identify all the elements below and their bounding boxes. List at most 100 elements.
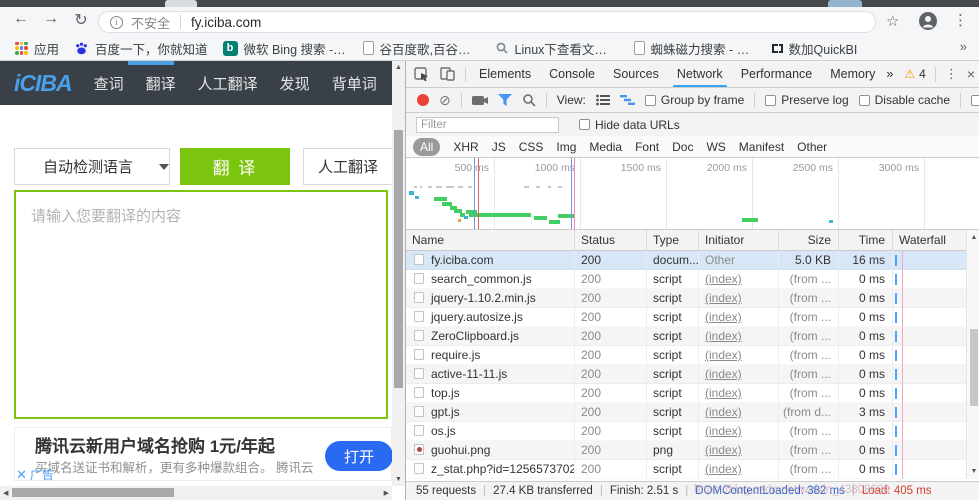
scrollbar-thumb[interactable]	[12, 488, 174, 497]
clear-icon[interactable]: ⊘	[439, 93, 451, 107]
table-row[interactable]: top.js 200 script (index) (from ... 0 ms	[406, 384, 966, 403]
request-name[interactable]: active-11-11.js	[406, 365, 574, 384]
bookmark-spider[interactable]: 蜘蛛磁力搜索 - 磁力	[633, 39, 757, 58]
filter-pill-ws[interactable]: WS	[706, 140, 725, 154]
filter-pill-all[interactable]: All	[413, 137, 441, 156]
table-row[interactable]: require.js 200 script (index) (from ... 0 ms	[406, 346, 966, 365]
request-initiator[interactable]: (index)	[698, 403, 778, 422]
request-initiator[interactable]: (index)	[698, 441, 778, 460]
request-name[interactable]: jquery-1.10.2.min.js	[406, 289, 574, 308]
request-name[interactable]: z_stat.php?id=1256573702&w...	[406, 460, 574, 479]
table-row[interactable]: os.js 200 script (index) (from ... 0 ms	[406, 422, 966, 441]
bookmarks-overflow-icon[interactable]: »	[960, 39, 967, 54]
close-icon[interactable]: ✕	[16, 467, 27, 483]
ad-open-button[interactable]: 打开	[325, 441, 393, 471]
tab-elements[interactable]: Elements	[470, 61, 540, 87]
filter-pill-css[interactable]: CSS	[519, 140, 544, 154]
request-initiator[interactable]: (index)	[698, 346, 778, 365]
table-row[interactable]: ZeroClipboard.js 200 script (index) (from ..…	[406, 327, 966, 346]
offline-checkbox[interactable]: Offline	[971, 93, 979, 107]
filter-pill-media[interactable]: Media	[589, 140, 622, 154]
filter-funnel-icon[interactable]	[497, 94, 512, 106]
overview-view-icon[interactable]	[619, 94, 635, 106]
tab-network[interactable]: Network	[668, 61, 732, 87]
info-icon[interactable]: i	[110, 15, 123, 29]
table-row[interactable]: fy.iciba.com 200 docum... Other 5.0 KB 16 ms	[406, 251, 966, 270]
sidebar-item-nav-3[interactable]: 发现	[280, 73, 310, 94]
more-tabs-icon[interactable]: »	[884, 61, 895, 87]
filter-input[interactable]	[416, 116, 559, 133]
request-name[interactable]: gpt.js	[406, 403, 574, 422]
devtools-menu-icon[interactable]: ⋮	[945, 66, 958, 82]
request-initiator[interactable]: (index)	[698, 365, 778, 384]
record-icon[interactable]	[417, 94, 429, 106]
disable-cache-checkbox[interactable]: Disable cache	[858, 93, 950, 107]
column-header-type[interactable]: Type	[646, 230, 698, 251]
ad-label[interactable]: 广告	[30, 466, 54, 483]
bookmark-linux[interactable]: Linux下查看文件内容	[495, 39, 619, 58]
sidebar-item-nav-2[interactable]: 人工翻译	[198, 73, 258, 94]
bookmark-apps[interactable]: 应用	[15, 39, 59, 58]
request-name[interactable]: require.js	[406, 346, 574, 365]
filter-pill-font[interactable]: Font	[635, 140, 659, 154]
scroll-left-icon[interactable]: ◀	[3, 489, 8, 497]
sidebar-item-nav-0[interactable]: 查词	[94, 73, 124, 94]
scrollbar-thumb[interactable]	[970, 329, 978, 406]
table-row[interactable]: jquery-1.10.2.min.js 200 script (index) (fro…	[406, 289, 966, 308]
request-name[interactable]: os.js	[406, 422, 574, 441]
group-by-frame-checkbox[interactable]: Group by frame	[644, 93, 744, 107]
request-initiator[interactable]: (index)	[698, 270, 778, 289]
column-header-time[interactable]: Time	[838, 230, 892, 251]
devtools-scrollbar[interactable]: ▲ ▼	[966, 230, 979, 479]
column-header-size[interactable]: Size	[778, 230, 838, 251]
request-initiator[interactable]: (index)	[698, 460, 778, 479]
site-logo[interactable]: iCIBA	[14, 70, 73, 97]
ad-banner[interactable]: 腾讯云新用户域名抢购 1元/年起 买域名送证书和解析，更有多种爆款组合。 腾讯云…	[14, 427, 393, 481]
scroll-up-icon[interactable]: ▲	[392, 64, 405, 71]
bookmark-star-icon[interactable]: ☆	[886, 12, 899, 30]
request-name[interactable]: fy.iciba.com	[406, 251, 574, 270]
tab-sources[interactable]: Sources	[604, 61, 668, 87]
translate-textarea[interactable]: 请输入您要翻译的内容	[14, 190, 388, 419]
capture-screenshots-icon[interactable]	[471, 94, 488, 106]
bookmark-quickbi[interactable]: 数加QuickBI	[771, 39, 857, 58]
bookmark-gubaidu[interactable]: 谷百度歌,百谷歌度,b	[362, 39, 480, 58]
sidebar-item-nav-1[interactable]: 翻译	[146, 73, 176, 94]
search-icon[interactable]	[522, 93, 536, 107]
request-initiator[interactable]: (index)	[698, 308, 778, 327]
scroll-up-icon[interactable]: ▲	[967, 234, 979, 241]
filter-pill-other[interactable]: Other	[797, 140, 827, 154]
request-name[interactable]: ZeroClipboard.js	[406, 327, 574, 346]
warning-icon[interactable]: ⚠	[904, 67, 915, 81]
translate-button[interactable]: 翻 译	[180, 148, 290, 185]
forward-icon[interactable]: →	[40, 10, 62, 28]
request-initiator[interactable]: (index)	[698, 422, 778, 441]
tab-performance[interactable]: Performance	[732, 61, 822, 87]
request-initiator[interactable]: (index)	[698, 289, 778, 308]
human-translate-button[interactable]: 人工翻译	[303, 148, 393, 185]
profile-avatar-icon[interactable]	[918, 11, 938, 31]
table-row[interactable]: gpt.js 200 script (index) (from d... 3 ms	[406, 403, 966, 422]
column-header-status[interactable]: Status	[574, 230, 646, 251]
network-overview-timeline[interactable]: 500 ms 1000 ms 1500 ms 2000 ms 2500 ms 3000 m…	[406, 158, 979, 230]
list-view-icon[interactable]	[595, 94, 610, 106]
scrollbar-thumb[interactable]	[394, 130, 403, 388]
table-row[interactable]: z_stat.php?id=1256573702&w... 200 script (i…	[406, 460, 966, 479]
language-select[interactable]: 自动检测语言	[14, 148, 170, 185]
filter-pill-xhr[interactable]: XHR	[453, 140, 478, 154]
filter-pill-doc[interactable]: Doc	[672, 140, 693, 154]
request-name[interactable]: guohui.png	[406, 441, 574, 460]
hide-data-urls-checkbox[interactable]: Hide data URLs	[579, 118, 680, 132]
request-name[interactable]: jquery.autosize.js	[406, 308, 574, 327]
tab-console[interactable]: Console	[540, 61, 604, 87]
table-row[interactable]: active-11-11.js 200 script (index) (from ...…	[406, 365, 966, 384]
request-initiator[interactable]: (index)	[698, 327, 778, 346]
table-row[interactable]: guohui.png 200 png (index) (from ... 0 ms	[406, 441, 966, 460]
inspect-element-icon[interactable]	[414, 66, 430, 82]
bookmark-bing[interactable]: b 微软 Bing 搜索 - 国内	[222, 39, 348, 58]
preserve-log-checkbox[interactable]: Preserve log	[765, 93, 849, 107]
filter-pill-img[interactable]: Img	[556, 140, 576, 154]
column-header-name[interactable]: Name	[406, 230, 574, 251]
filter-pill-manifest[interactable]: Manifest	[739, 140, 784, 154]
sidebar-item-nav-4[interactable]: 背单词	[332, 73, 377, 94]
